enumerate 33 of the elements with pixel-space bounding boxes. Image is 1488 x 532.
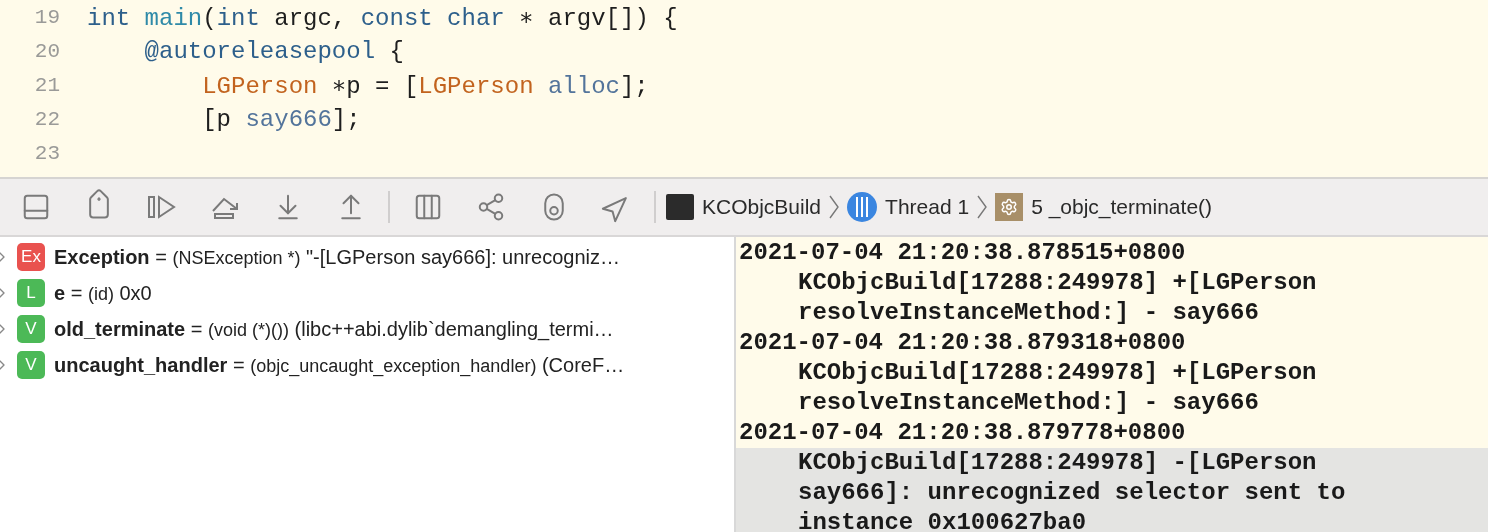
- line-number: 23: [33, 141, 60, 165]
- line-number: 19: [33, 5, 60, 29]
- breadcrumb[interactable]: KCObjcBuild: [662, 194, 826, 220]
- console-line: resolveInstanceMethod:] - say666: [797, 298, 1260, 328]
- console-line: 2021-07-04 21:20:38.879778+0800: [738, 418, 1187, 448]
- variable-text: e = (id) 0x0: [54, 281, 152, 305]
- variable-text: Exception = (NSException *) "-[LGPerson say666]: unrecogniz…: [54, 245, 620, 269]
- variable-badge: L: [17, 279, 45, 307]
- console-line: resolveInstanceMethod:] - say666: [797, 388, 1260, 418]
- code-line: int main(int argc, const char ∗ argv[]) {: [87, 3, 678, 32]
- line-number: 20: [33, 39, 60, 63]
- console-line: KCObjcBuild[17288:249978] +[LGPerson: [797, 268, 1318, 298]
- code-line: [p say666];: [201, 105, 361, 133]
- console-line: 2021-07-04 21:20:38.878515+0800: [738, 238, 1187, 268]
- variable-badge: Ex: [17, 243, 45, 271]
- thread-icon: [847, 192, 878, 222]
- step-over-icon: [146, 193, 177, 221]
- code-line: @autoreleasepool {: [143, 37, 404, 65]
- line-number: 21: [33, 73, 60, 97]
- line-number: 22: [33, 107, 60, 131]
- variable-badge: V: [17, 351, 45, 379]
- variable-text: old_terminate = (void (*)()) (libc++abi.dylib`demangling_termi…: [54, 317, 614, 341]
- terminal-icon: [666, 194, 694, 220]
- chevron-icon: [829, 195, 840, 219]
- console-line: 2021-07-04 21:20:38.879318+0800: [738, 328, 1187, 358]
- code-line: LGPerson ∗p = [LGPerson alloc];: [201, 71, 649, 100]
- breadcrumb[interactable]: 5 _objc_terminate(): [991, 193, 1217, 221]
- gear-icon: [995, 193, 1024, 221]
- breadcrumb[interactable]: Thread 1: [843, 192, 974, 222]
- variable-text: uncaught_handler = (objc_uncaught_exception_handler) (CoreF…: [54, 353, 625, 377]
- console-line: KCObjcBuild[17288:249978] +[LGPerson: [797, 358, 1318, 388]
- chevron-icon: [977, 195, 988, 219]
- variable-badge: V: [17, 315, 45, 343]
